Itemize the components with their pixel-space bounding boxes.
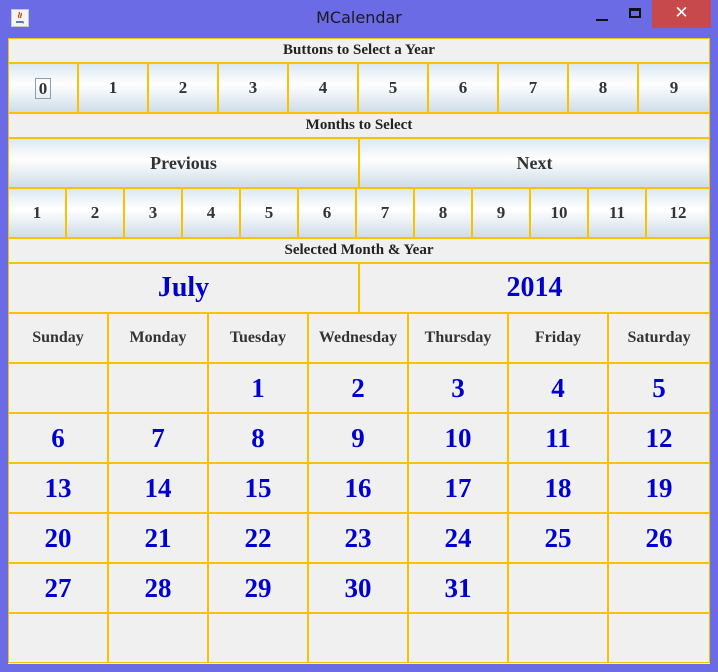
months-label: Months to Select	[8, 113, 710, 138]
selected-row: July 2014	[8, 263, 710, 313]
day-cell	[608, 563, 710, 613]
month-nav-row: Previous Next	[8, 138, 710, 188]
day-cell: 4	[508, 363, 608, 413]
day-cell: 11	[508, 413, 608, 463]
weekday-header: Saturday	[608, 313, 710, 363]
previous-month-button[interactable]: Previous	[8, 138, 359, 188]
month-button-9[interactable]: 9	[472, 188, 530, 238]
month-button-3[interactable]: 3	[124, 188, 182, 238]
day-cell: 2	[308, 363, 408, 413]
day-cell	[108, 613, 208, 663]
week-row: 27 28 29 30 31	[8, 563, 710, 613]
weekday-header: Friday	[508, 313, 608, 363]
day-cell: 17	[408, 463, 508, 513]
week-row: 20 21 22 23 24 25 26	[8, 513, 710, 563]
day-cell: 30	[308, 563, 408, 613]
month-button-row: 1 2 3 4 5 6 7 8 9 10 11 12	[8, 188, 710, 238]
day-cell: 12	[608, 413, 710, 463]
day-cell: 31	[408, 563, 508, 613]
day-cell: 14	[108, 463, 208, 513]
maximize-button[interactable]	[619, 0, 652, 30]
year-button-4[interactable]: 4	[288, 63, 358, 113]
weekday-header: Tuesday	[208, 313, 308, 363]
day-cell: 20	[8, 513, 108, 563]
month-button-10[interactable]: 10	[530, 188, 588, 238]
month-button-1[interactable]: 1	[8, 188, 66, 238]
year-button-3[interactable]: 3	[218, 63, 288, 113]
year-button-8[interactable]: 8	[568, 63, 638, 113]
day-cell	[608, 613, 710, 663]
year-button-9[interactable]: 9	[638, 63, 710, 113]
day-cell: 10	[408, 413, 508, 463]
title-bar: MCalendar ✕	[0, 0, 718, 38]
week-row: 6 7 8 9 10 11 12	[8, 413, 710, 463]
year-button-5[interactable]: 5	[358, 63, 428, 113]
selected-label: Selected Month & Year	[8, 238, 710, 263]
day-cell	[308, 613, 408, 663]
month-button-11[interactable]: 11	[588, 188, 646, 238]
month-button-4[interactable]: 4	[182, 188, 240, 238]
day-cell: 19	[608, 463, 710, 513]
close-icon: ✕	[674, 3, 689, 23]
day-cell: 28	[108, 563, 208, 613]
day-cell: 21	[108, 513, 208, 563]
day-cell: 27	[8, 563, 108, 613]
year-button-row: 0 1 2 3 4 5 6 7 8 9	[8, 63, 710, 113]
day-cell: 24	[408, 513, 508, 563]
selected-year: 2014	[359, 263, 710, 313]
year-buttons-label: Buttons to Select a Year	[8, 38, 710, 63]
weekday-header: Sunday	[8, 313, 108, 363]
day-cell: 23	[308, 513, 408, 563]
day-cell	[508, 613, 608, 663]
day-cell: 26	[608, 513, 710, 563]
day-cell	[208, 613, 308, 663]
week-row	[8, 613, 710, 663]
day-cell	[8, 613, 108, 663]
year-button-2[interactable]: 2	[148, 63, 218, 113]
day-cell	[508, 563, 608, 613]
day-cell	[108, 363, 208, 413]
day-cell: 5	[608, 363, 710, 413]
day-cell	[408, 613, 508, 663]
weekday-header: Wednesday	[308, 313, 408, 363]
close-button[interactable]: ✕	[652, 0, 711, 28]
year-button-6[interactable]: 6	[428, 63, 498, 113]
weekday-header: Monday	[108, 313, 208, 363]
day-cell	[8, 363, 108, 413]
month-button-8[interactable]: 8	[414, 188, 472, 238]
month-button-7[interactable]: 7	[356, 188, 414, 238]
day-cell: 16	[308, 463, 408, 513]
month-button-5[interactable]: 5	[240, 188, 298, 238]
day-cell: 13	[8, 463, 108, 513]
day-cell: 25	[508, 513, 608, 563]
day-cell: 22	[208, 513, 308, 563]
day-cell: 7	[108, 413, 208, 463]
weekday-header: Thursday	[408, 313, 508, 363]
day-cell: 8	[208, 413, 308, 463]
day-cell: 6	[8, 413, 108, 463]
day-cell: 15	[208, 463, 308, 513]
day-cell: 29	[208, 563, 308, 613]
weekday-header-row: Sunday Monday Tuesday Wednesday Thursday…	[8, 313, 710, 363]
day-cell: 9	[308, 413, 408, 463]
week-row: 13 14 15 16 17 18 19	[8, 463, 710, 513]
year-button-0[interactable]: 0	[8, 63, 78, 113]
minimize-button[interactable]	[585, 0, 619, 30]
selected-month: July	[8, 263, 359, 313]
day-cell: 1	[208, 363, 308, 413]
next-month-button[interactable]: Next	[359, 138, 710, 188]
calendar-content: Buttons to Select a Year 0 1 2 3 4 5 6 7…	[8, 38, 710, 664]
year-button-1[interactable]: 1	[78, 63, 148, 113]
month-button-2[interactable]: 2	[66, 188, 124, 238]
day-cell: 18	[508, 463, 608, 513]
week-row: 1 2 3 4 5	[8, 363, 710, 413]
year-button-7[interactable]: 7	[498, 63, 568, 113]
month-button-12[interactable]: 12	[646, 188, 710, 238]
day-cell: 3	[408, 363, 508, 413]
month-button-6[interactable]: 6	[298, 188, 356, 238]
